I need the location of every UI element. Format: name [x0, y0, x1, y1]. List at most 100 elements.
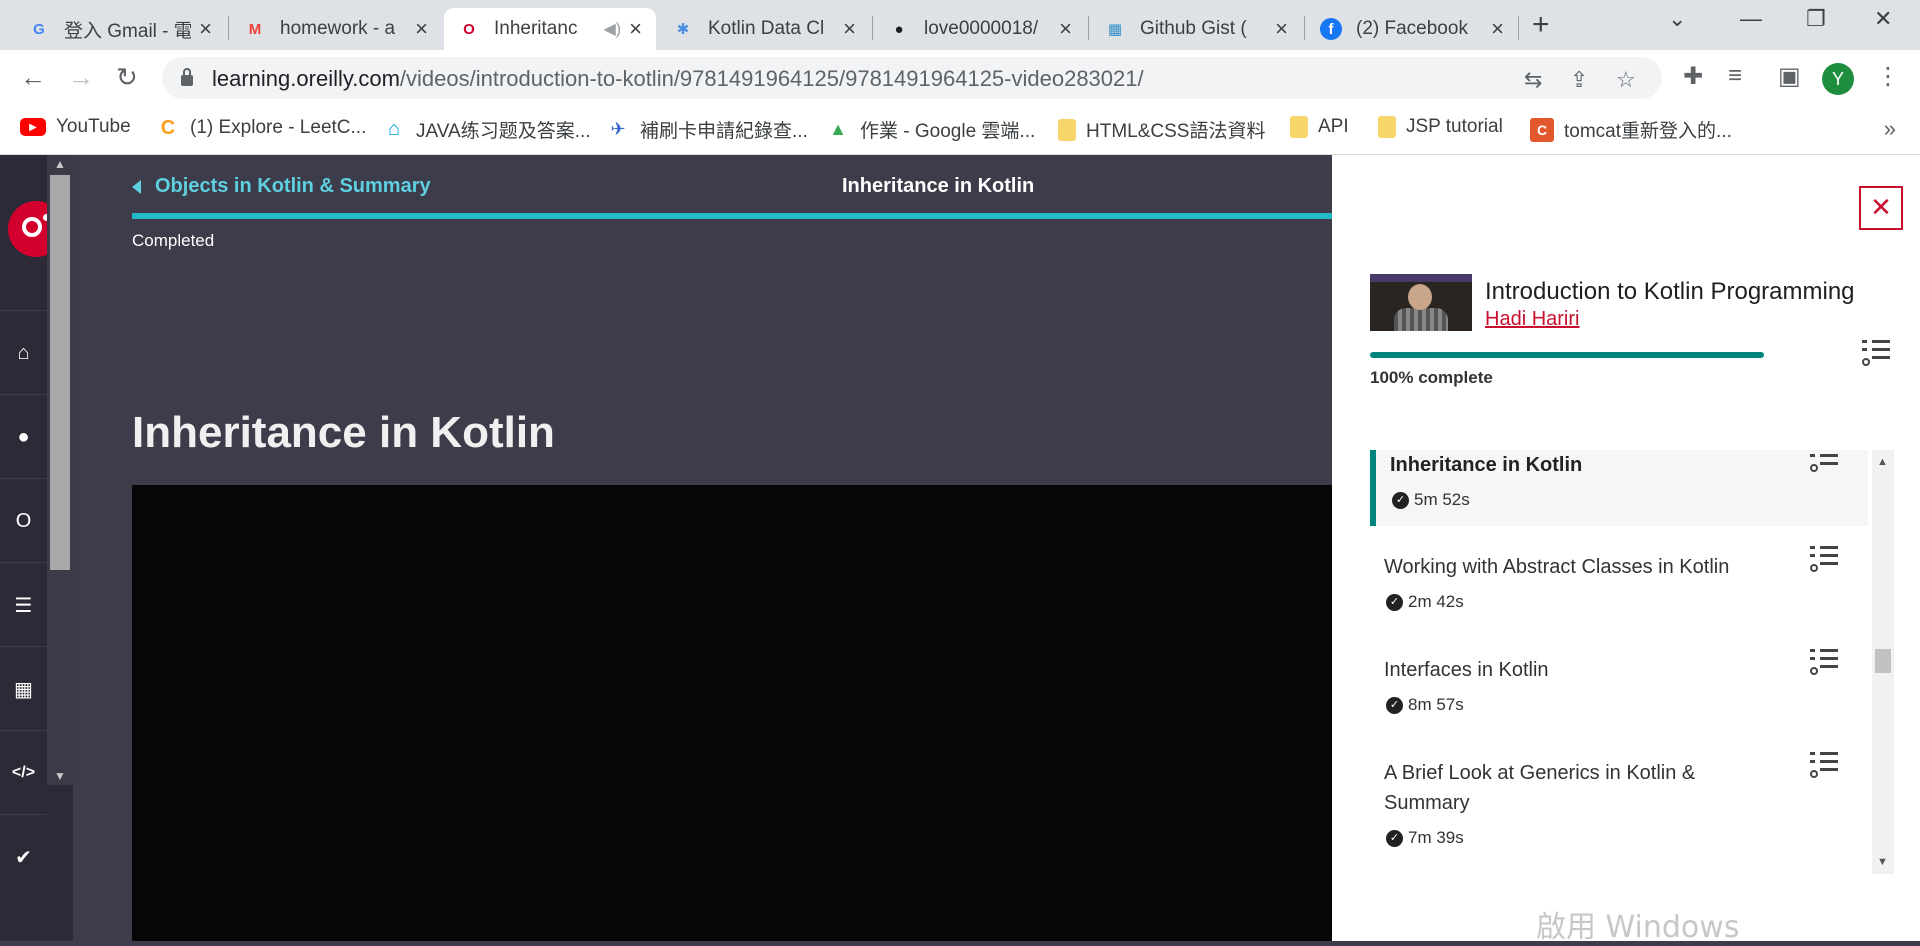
- bookmark-star-icon[interactable]: ☆: [1616, 67, 1636, 93]
- bookmark-tomcat[interactable]: C tomcat重新登入的...: [1530, 116, 1732, 143]
- profile-icon[interactable]: ●: [0, 394, 47, 479]
- kotlin-docs-icon: ✱: [676, 21, 690, 38]
- table-of-contents: Inheritance in Kotlin ✓ 5m 52s Working w…: [1370, 450, 1872, 874]
- check-circle-icon: ✓: [1386, 829, 1403, 847]
- tab-facebook[interactable]: f (2) Facebook ×: [1306, 8, 1518, 50]
- tab-homework[interactable]: M homework - a ×: [230, 8, 442, 50]
- translate-icon[interactable]: ⇆: [1524, 67, 1542, 93]
- toc-item-duration: ✓ 2m 42s: [1386, 592, 1464, 612]
- playlist-add-icon[interactable]: [1810, 649, 1838, 675]
- scroll-up-icon[interactable]: ▲: [1877, 456, 1888, 468]
- bookmark-google-drive[interactable]: ▲ 作業 - Google 雲端...: [826, 116, 1035, 143]
- minimize-icon[interactable]: —: [1740, 6, 1762, 32]
- tab-label: Github Gist (: [1140, 18, 1247, 39]
- home-icon[interactable]: ⌂: [0, 310, 47, 395]
- speaker-icon[interactable]: ◀): [604, 19, 622, 39]
- reload-icon[interactable]: ↻: [116, 62, 138, 93]
- page-title: Inheritance in Kotlin: [132, 408, 555, 457]
- toc-item-title: Interfaces in Kotlin: [1384, 659, 1549, 681]
- close-icon[interactable]: ×: [629, 16, 642, 42]
- tab-kotlin-data[interactable]: ✱ Kotlin Data Cl ×: [658, 8, 870, 50]
- playlists-icon[interactable]: ☰: [0, 562, 47, 647]
- extensions-icon[interactable]: ✚: [1683, 62, 1703, 91]
- scroll-up-icon[interactable]: ▲: [54, 157, 66, 171]
- scroll-down-icon[interactable]: ▼: [1877, 856, 1888, 868]
- close-panel-button[interactable]: ✕: [1859, 186, 1903, 230]
- windows-activation-watermark: 啟用 Windows: [1536, 910, 1740, 945]
- gist-icon: ▦: [1107, 21, 1123, 38]
- toc-item-title: Inheritance in Kotlin: [1390, 454, 1583, 476]
- close-icon[interactable]: ×: [199, 16, 212, 42]
- close-icon[interactable]: ×: [843, 16, 856, 42]
- video-player[interactable]: [132, 485, 1332, 941]
- folder-icon: [1058, 118, 1076, 141]
- progress-label: 100% complete: [1370, 368, 1493, 387]
- url-text[interactable]: learning.oreilly.com/videos/introduction…: [212, 66, 1144, 92]
- calendar-icon[interactable]: ▦: [0, 646, 47, 731]
- code-icon[interactable]: </>: [0, 730, 47, 815]
- rail-scrollbar[interactable]: ▲ ▼: [47, 155, 73, 785]
- menu-kebab-icon[interactable]: ⋮: [1876, 62, 1900, 91]
- playlist-add-icon[interactable]: [1862, 340, 1890, 366]
- course-progress-bar: [1370, 352, 1764, 358]
- tab-gmail[interactable]: G 登入 Gmail - 電 ×: [14, 8, 226, 50]
- window-close-icon[interactable]: ✕: [1874, 6, 1892, 32]
- bookmark-java[interactable]: ⌂ JAVA练习题及答案...: [382, 116, 591, 143]
- bookmark-folder-html-css[interactable]: HTML&CSS語法資料: [1058, 116, 1265, 143]
- chevron-left-icon: [132, 179, 141, 194]
- oreilly-nav-icon[interactable]: O: [0, 478, 47, 563]
- toc-item[interactable]: A Brief Look at Generics in Kotlin & Sum…: [1370, 752, 1868, 868]
- side-panel-icon[interactable]: ▣: [1778, 62, 1801, 91]
- bookmark-label: YouTube: [56, 116, 131, 137]
- badge-check-icon[interactable]: ✔: [0, 814, 47, 899]
- close-icon[interactable]: ×: [415, 16, 428, 42]
- bookmark-folder-jsp[interactable]: JSP tutorial: [1378, 116, 1503, 138]
- media-control-icon[interactable]: ≡: [1728, 62, 1742, 90]
- google-drive-icon: ▲: [829, 119, 847, 139]
- previous-chapter-link[interactable]: Objects in Kotlin & Summary: [132, 175, 431, 198]
- bookmarks-overflow-button[interactable]: »: [1884, 116, 1896, 142]
- scroll-down-icon[interactable]: ▼: [54, 769, 66, 783]
- restore-icon[interactable]: ❐: [1806, 6, 1826, 32]
- scrollbar-thumb[interactable]: [50, 175, 70, 570]
- folder-icon: [1290, 116, 1308, 138]
- lock-icon: [181, 68, 193, 86]
- tab-github-gist[interactable]: ▦ Github Gist ( ×: [1090, 8, 1302, 50]
- bookmark-label: 補刷卡申請紀錄查...: [640, 121, 808, 142]
- new-tab-button[interactable]: +: [1532, 8, 1550, 42]
- bilibili-icon: ⌂: [387, 118, 401, 140]
- bookmark-label: JSP tutorial: [1406, 116, 1503, 137]
- playlist-add-icon[interactable]: [1810, 546, 1838, 572]
- github-icon: ●: [894, 20, 904, 38]
- toc-item-active[interactable]: Inheritance in Kotlin ✓ 5m 52s: [1370, 450, 1868, 526]
- folder-icon: [1378, 116, 1396, 138]
- tab-search-icon[interactable]: ⌄: [1668, 6, 1686, 32]
- bookmark-folder-api[interactable]: API: [1290, 116, 1349, 138]
- back-arrow-icon[interactable]: ←: [20, 62, 46, 93]
- scrollbar-thumb[interactable]: [1875, 649, 1891, 673]
- toc-item[interactable]: Working with Abstract Classes in Kotlin …: [1370, 546, 1868, 632]
- browser-tab-strip: G 登入 Gmail - 電 × M homework - a × O Inhe…: [0, 0, 1920, 50]
- forward-arrow-icon[interactable]: →: [68, 62, 94, 93]
- profile-avatar[interactable]: Y: [1822, 63, 1854, 95]
- gmail-icon: M: [248, 20, 262, 38]
- close-icon[interactable]: ×: [1275, 16, 1288, 42]
- bookmark-leetcode[interactable]: C (1) Explore - LeetC...: [156, 116, 367, 140]
- toc-item[interactable]: Interfaces in Kotlin ✓ 8m 57s: [1370, 649, 1868, 735]
- playlist-add-icon[interactable]: [1810, 450, 1838, 472]
- course-title: Introduction to Kotlin Programming: [1485, 278, 1855, 305]
- toc-scrollbar[interactable]: ▲ ▼: [1872, 450, 1894, 874]
- playlist-add-icon[interactable]: [1810, 752, 1838, 778]
- share-icon[interactable]: ⇪: [1570, 67, 1588, 93]
- close-icon[interactable]: ×: [1491, 16, 1504, 42]
- check-circle-icon: ✓: [1386, 696, 1403, 714]
- course-thumbnail[interactable]: [1370, 274, 1472, 331]
- toc-item-duration: ✓ 7m 39s: [1386, 828, 1464, 848]
- address-bar[interactable]: learning.oreilly.com/videos/introduction…: [162, 57, 1662, 99]
- bookmark-youtube[interactable]: ▶ YouTube: [20, 116, 131, 138]
- tab-inheritance[interactable]: O Inheritanc ◀) ×: [444, 8, 656, 50]
- close-icon[interactable]: ×: [1059, 16, 1072, 42]
- bookmark-punch-card[interactable]: ✈ 補刷卡申請紀錄查...: [606, 116, 808, 143]
- author-link[interactable]: Hadi Hariri: [1485, 308, 1579, 331]
- tab-github[interactable]: ● love0000018/ ×: [874, 8, 1086, 50]
